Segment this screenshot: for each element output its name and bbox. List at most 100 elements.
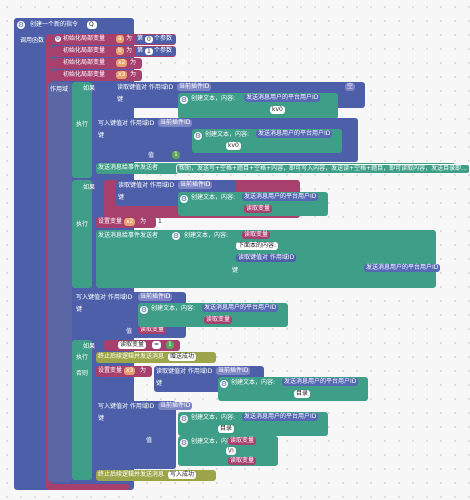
read-var-x3[interactable]: 读取变量 xyxy=(228,437,257,445)
as-label: 为 xyxy=(140,367,147,374)
gear-icon[interactable]: ⚙ xyxy=(194,132,202,140)
key-label: 键 xyxy=(98,132,105,139)
stop-send-label: 终止后续逻辑并发送消息 xyxy=(98,353,165,360)
gear-icon[interactable]: ⚙ xyxy=(55,36,61,42)
value-one[interactable]: 1 xyxy=(156,218,164,226)
create-text-label: 创建文本，内容: xyxy=(191,414,236,421)
current-plugin-id[interactable]: 当前插件ID xyxy=(158,119,193,127)
value-one[interactable]: 1 xyxy=(166,341,174,349)
write-kv-block-4[interactable]: 写入键值对 作用域ID 键 值 当前插件ID xyxy=(96,401,193,469)
value-label: 值 xyxy=(146,437,153,444)
gear-icon[interactable]: ⚙ xyxy=(220,380,228,388)
gen-success-text[interactable]: 赠送成功 xyxy=(168,353,197,361)
sender-id[interactable]: 发送消息用户的平台用户ID xyxy=(242,193,319,201)
current-plugin-id[interactable]: 当前插件ID xyxy=(216,367,251,375)
create-text-block-4[interactable]: ⚙ 创建文本，内容: 发送消息用户的平台用户ID 读取变量 xyxy=(138,303,288,327)
stop-send-block-2[interactable]: 终止后续逻辑并发送消息 写入成功 xyxy=(96,470,216,481)
read-var-b[interactable]: 读取变量 xyxy=(204,316,233,324)
create-text-block-3[interactable]: ⚙ 创建文本，内容: 发送消息用户的平台用户ID 读取变量 xyxy=(178,192,328,216)
nth-param-label: 第 xyxy=(137,47,144,54)
read-var-x2[interactable]: 读取变量 xyxy=(118,341,147,349)
create-text-block-5[interactable]: ⚙ 创建文本，内容: 发送消息用户的平台用户ID 目录 xyxy=(218,377,368,401)
read-kv-inline[interactable]: 读取键值对 作用域ID xyxy=(236,254,297,262)
var-x3[interactable]: x3 xyxy=(116,71,128,79)
sender-id[interactable]: 发送消息用户的平台用户ID xyxy=(282,378,359,386)
set-var-block-2[interactable]: 设置变量 x3 为 xyxy=(96,366,152,377)
scope-block[interactable] xyxy=(48,82,72,482)
value-one[interactable]: 1 xyxy=(172,151,180,159)
sender-id[interactable]: 发送消息用户的平台用户ID xyxy=(256,130,333,138)
read-var-b[interactable]: 读取变量 xyxy=(228,457,257,465)
create-text-block-7[interactable]: ⚙ 创建文本，内容: 读取变量 \n 读取变量 xyxy=(178,436,278,466)
current-plugin-id[interactable]: 当前插件ID xyxy=(138,293,173,301)
key-label: 键 xyxy=(156,380,163,387)
init-var-label: 初始化局部变量 xyxy=(63,47,106,54)
newline-text[interactable]: \n xyxy=(226,447,236,455)
var-kv0[interactable]: kv0 xyxy=(226,142,241,150)
send-to-sender-block-2[interactable]: 发送消息给事件发送者 ⚙ 创建文本，内容: 读取变量 下面本的内容: 读取键值对… xyxy=(96,230,441,288)
as-label: 为 xyxy=(126,35,133,42)
init-var-block-2[interactable]: 初始化局部变量 b 为 第 1 个参数 xyxy=(52,46,176,57)
help-text[interactable]: 帮助，发送写+空格+题目+空格+内容，即可写入内容，发送读+空格+题目，即可读取… xyxy=(176,164,470,174)
gear-icon[interactable]: ⚙ xyxy=(140,306,148,314)
send-to-sender-label: 发送消息给事件发送者 xyxy=(98,164,159,171)
init-var-label: 初始化局部变量 xyxy=(63,35,106,42)
gear-icon[interactable]: ⚙ xyxy=(180,439,188,447)
gear-icon[interactable]: ⚙ xyxy=(180,96,188,104)
var-a[interactable]: a xyxy=(116,35,124,43)
header-bar[interactable]: ⚙ 创建一个新的指令 Q xyxy=(14,18,100,32)
sender-id[interactable]: 发送消息用户的平台用户ID xyxy=(244,94,321,102)
nth-param-block[interactable]: 第 0 个参数 xyxy=(135,35,176,44)
sender-id[interactable]: 发送消息用户的平台用户ID xyxy=(242,413,319,421)
sender-id[interactable]: 发送消息用户的平台用户ID xyxy=(202,304,279,312)
value-label: 值 xyxy=(126,328,133,335)
create-text-label: 创建文本，内容: xyxy=(231,379,276,386)
send-to-sender-block-1[interactable]: 发送消息给事件发送者 帮助，发送写+空格+题目+空格+内容，即可写入内容，发送读… xyxy=(96,163,470,174)
var-b[interactable]: b xyxy=(116,47,124,55)
current-plugin-id[interactable]: 当前插件ID xyxy=(178,181,213,189)
sender-id[interactable]: 发送消息用户的平台用户ID xyxy=(364,264,441,272)
empty-field[interactable]: 空 xyxy=(345,83,356,91)
condition-block-3[interactable]: 读取变量 = 1 xyxy=(104,340,180,351)
create-text-block-2[interactable]: ⚙ 创建文本，内容: 发送消息用户的平台用户ID kv0 xyxy=(192,129,342,153)
if-block-1[interactable] xyxy=(72,82,92,178)
stop-send-block-1[interactable]: 终止后续逻辑并发送消息 赠送成功 xyxy=(96,352,216,363)
catalog-text[interactable]: 目录 xyxy=(294,390,311,398)
read-kv-label: 读取键值对 作用域ID xyxy=(117,84,174,91)
catalog-text[interactable]: 目录 xyxy=(218,425,235,433)
create-text-label: 创建文本，内容: xyxy=(191,194,236,201)
var-kv0[interactable]: kv0 xyxy=(270,106,285,114)
current-plugin-id[interactable]: 当前插件ID xyxy=(177,83,212,91)
current-plugin-id[interactable]: 当前插件ID xyxy=(158,402,193,410)
create-text-label: 创建文本，内容: xyxy=(191,95,236,102)
not-found-text[interactable]: 下面本的内容: xyxy=(236,242,279,250)
init-var-block-1[interactable]: ⚙ 初始化局部变量 a 为 第 0 个参数 xyxy=(52,34,176,45)
read-var-c[interactable]: 读取变量 xyxy=(138,326,167,334)
gear-icon[interactable]: ⚙ xyxy=(180,195,188,203)
set-var-label: 设置变量 xyxy=(98,367,123,374)
create-text-block[interactable]: ⚙ 创建文本，内容: 发送消息用户的平台用户ID kv0 xyxy=(178,93,338,119)
write-success-text[interactable]: 写入成功 xyxy=(168,471,197,479)
param-index[interactable]: 0 xyxy=(145,36,153,43)
gear-icon[interactable]: ⚙ xyxy=(17,21,25,29)
eq-op[interactable]: = xyxy=(152,341,162,349)
create-text-block-6[interactable]: ⚙ 创建文本，内容: 发送消息用户的平台用户ID 目录 xyxy=(178,412,328,436)
init-var-block-4[interactable]: 初始化局部变量 x3 为 空 xyxy=(52,70,186,81)
var-x3[interactable]: x3 xyxy=(124,367,136,375)
set-var-block[interactable]: 设置变量 x2 为 1 xyxy=(96,217,164,228)
var-x2[interactable]: x2 xyxy=(124,218,136,226)
gear-icon[interactable]: ⚙ xyxy=(180,415,188,423)
if-block-2[interactable] xyxy=(72,180,92,288)
read-var-b[interactable]: 读取变量 xyxy=(242,231,271,239)
empty-label: 空 xyxy=(180,59,187,66)
read-var-a[interactable]: 读取变量 xyxy=(244,205,273,213)
title-badge[interactable]: Q xyxy=(87,21,97,29)
gear-icon[interactable]: ⚙ xyxy=(172,232,180,240)
create-text-label: 创建文本，内容: xyxy=(184,232,229,239)
nth-param-block[interactable]: 第 1 个参数 xyxy=(135,47,176,56)
init-var-label: 初始化局部变量 xyxy=(63,59,106,66)
var-x2[interactable]: x2 xyxy=(116,59,128,67)
param-index[interactable]: 1 xyxy=(145,48,153,55)
init-var-block-3[interactable]: 初始化局部变量 x2 为 空 xyxy=(52,58,186,69)
as-label: 为 xyxy=(140,218,147,225)
